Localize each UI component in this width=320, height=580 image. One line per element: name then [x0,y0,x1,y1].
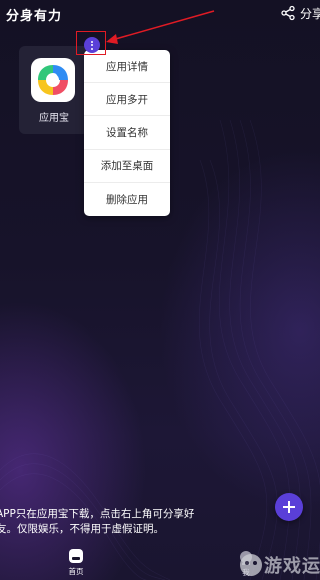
watermark-logo-icon [240,554,262,576]
menu-item-multi-open[interactable]: 应用多开 [84,83,170,117]
plus-icon [283,501,295,513]
share-button[interactable]: 分享 [280,3,320,23]
notice-line-1: APP只在应用宝下载，点击右上角可分享好 [0,508,195,520]
watermark-text: 游戏运子 [264,556,320,577]
notice-line-2: 友。仅限娱乐，不得用于虚假证明。 [0,523,164,535]
annotation-highlight-box [76,31,106,55]
home-icon [69,549,83,563]
nav-home-label: 首页 [68,567,84,576]
add-app-button[interactable] [275,493,303,521]
usage-notice: APP只在应用宝下载，点击右上角可分享好 友。仅限娱乐，不得用于虚假证明。 [0,507,320,537]
menu-item-delete-app[interactable]: 删除应用 [84,183,170,216]
menu-item-rename[interactable]: 设置名称 [84,116,170,150]
app-title: 分身有力 [6,9,63,24]
share-icon [281,5,295,21]
nav-tab-home[interactable]: 首页 [62,549,90,579]
share-label: 分享 [300,6,320,21]
app-context-menu: 应用详情 应用多开 设置名称 添加至桌面 删除应用 [84,50,170,216]
menu-item-add-to-desktop[interactable]: 添加至桌面 [84,150,170,183]
watermark: 游戏运子 [240,552,320,578]
app-label: 应用宝 [39,113,69,124]
app-screen: 分身有力 分享 应用宝 应用详情 应用多开 设置名称 添加至桌面 删除应用 AP… [0,0,320,580]
app-card-yingyongbao[interactable]: 应用宝 [19,46,89,134]
yingyongbao-app-icon [31,58,75,102]
